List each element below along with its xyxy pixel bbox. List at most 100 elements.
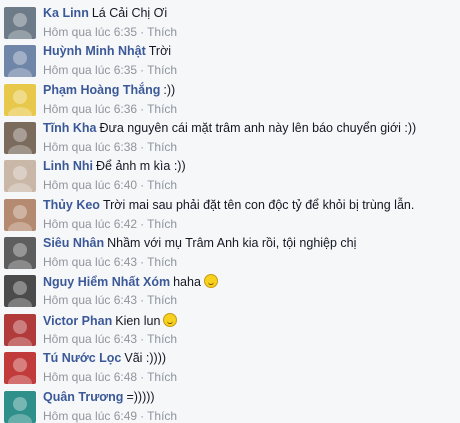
- separator-dot: ·: [140, 409, 145, 423]
- separator-dot: ·: [140, 332, 145, 346]
- comment-timestamp[interactable]: Hôm qua lúc 6:49: [43, 409, 137, 423]
- avatar[interactable]: [4, 391, 36, 423]
- comment-item: Thủy Keo Trời mai sau phải đặt tên con độ…: [0, 192, 460, 231]
- comment-item: Phạm Hoàng Thắng:)) Hôm qua lúc 6:36 · Thíc…: [0, 77, 460, 116]
- separator-dot: ·: [140, 178, 145, 192]
- comment-text: Lá Cải Chị Ơi: [91, 6, 168, 20]
- comment-meta: Hôm qua lúc 6:42 · Thích: [43, 217, 177, 231]
- separator-dot: ·: [140, 140, 145, 154]
- comment-body: Victor Phan Kien lun: [43, 313, 178, 329]
- comment-author-link[interactable]: Huỳnh Minh Nhật: [43, 44, 146, 58]
- comment-item: Huỳnh Minh Nhật Trời Hôm qua lúc 6:35 · Thíc…: [0, 38, 460, 77]
- comment-item: Ka Linn Lá Cải Chị Ơi Hôm qua lúc 6:35 · Thí…: [0, 0, 460, 39]
- grin-emoticon-icon: [163, 313, 178, 327]
- comment-body: Huỳnh Minh Nhật Trời: [43, 44, 171, 59]
- separator-dot: ·: [140, 370, 145, 384]
- comment-body: Thủy Keo Trời mai sau phải đặt tên con độ…: [43, 198, 414, 213]
- comment-meta: Hôm qua lúc 6:38 · Thích: [43, 140, 177, 154]
- comment-meta: Hôm qua lúc 6:40 · Thích: [43, 178, 177, 192]
- like-link[interactable]: Thích: [147, 178, 177, 192]
- like-link[interactable]: Thích: [147, 255, 177, 269]
- comment-author-link[interactable]: Victor Phan: [43, 314, 112, 328]
- comment-item: Siêu Nhân Nhầm với mụ Trâm Anh kia rồi, t…: [0, 230, 460, 269]
- comment-author-link[interactable]: Nguy Hiểm Nhất Xóm: [43, 275, 170, 289]
- comment-timestamp[interactable]: Hôm qua lúc 6:40: [43, 178, 137, 192]
- avatar[interactable]: [4, 45, 36, 77]
- comment-body: Linh Nhi Để ảnh m kìa :)): [43, 159, 186, 174]
- comment-meta: Hôm qua lúc 6:35 · Thích: [43, 25, 177, 39]
- avatar[interactable]: [4, 7, 36, 39]
- avatar[interactable]: [4, 199, 36, 231]
- comment-author-link[interactable]: Tú Nước Lọc: [43, 351, 121, 365]
- like-link[interactable]: Thích: [147, 370, 177, 384]
- comment-item: Tú Nước Lọc Vãi :)))) Hôm qua lúc 6:48 · Thí…: [0, 345, 460, 384]
- comment-author-link[interactable]: Linh Nhi: [43, 159, 93, 173]
- comment-timestamp[interactable]: Hôm qua lúc 6:36: [43, 102, 137, 116]
- comment-item: Quân Trương =))))) Hôm qua lúc 6:49 · Thích: [0, 384, 460, 423]
- comment-body: Nguy Hiểm Nhất Xóm haha: [43, 274, 218, 290]
- like-link[interactable]: Thích: [147, 140, 177, 154]
- comment-meta: Hôm qua lúc 6:43 · Thích: [43, 293, 177, 307]
- comment-body: Ka Linn Lá Cải Chị Ơi: [43, 6, 167, 21]
- comment-timestamp[interactable]: Hôm qua lúc 6:42: [43, 217, 137, 231]
- comment-author-link[interactable]: Thủy Keo: [43, 198, 100, 212]
- comment-timestamp[interactable]: Hôm qua lúc 6:43: [43, 255, 137, 269]
- avatar[interactable]: [4, 275, 36, 307]
- avatar[interactable]: [4, 160, 36, 192]
- avatar[interactable]: [4, 352, 36, 384]
- separator-dot: ·: [140, 102, 145, 116]
- comment-meta: Hôm qua lúc 6:43 · Thích: [43, 255, 177, 269]
- comment-author-link[interactable]: Ka Linn: [43, 6, 89, 20]
- comment-body: Phạm Hoàng Thắng:)): [43, 83, 175, 98]
- comment-text: :)): [163, 83, 176, 97]
- comment-author-link[interactable]: Tĩnh Kha: [43, 121, 96, 135]
- like-link[interactable]: Thích: [147, 409, 177, 423]
- comment-item: Victor Phan Kien lun Hôm qua lúc 6:43 · Thíc…: [0, 307, 460, 346]
- comment-text: =))))): [126, 390, 155, 404]
- grin-emoticon-icon: [203, 274, 218, 288]
- comment-timestamp[interactable]: Hôm qua lúc 6:43: [43, 293, 137, 307]
- comment-meta: Hôm qua lúc 6:43 · Thích: [43, 332, 177, 346]
- comment-text: Kien lun: [115, 314, 161, 328]
- like-link[interactable]: Thích: [147, 217, 177, 231]
- comment-body: Tú Nước Lọc Vãi :)))): [43, 351, 166, 366]
- comment-author-link[interactable]: Phạm Hoàng Thắng: [43, 83, 160, 97]
- comment-text: Nhầm với mụ Trâm Anh kia rồi, tội nghiệp…: [107, 236, 357, 250]
- separator-dot: ·: [140, 293, 145, 307]
- like-link[interactable]: Thích: [147, 25, 177, 39]
- avatar[interactable]: [4, 237, 36, 269]
- comment-body: Tĩnh Kha Đưa nguyên cái mặt trâm anh này …: [43, 121, 416, 136]
- separator-dot: ·: [140, 217, 145, 231]
- comment-author-link[interactable]: Siêu Nhân: [43, 236, 104, 250]
- comment-author-link[interactable]: Quân Trương: [43, 390, 123, 404]
- avatar[interactable]: [4, 84, 36, 116]
- comment-meta: Hôm qua lúc 6:49 · Thích: [43, 409, 177, 423]
- comment-item: Linh Nhi Để ảnh m kìa :)) Hôm qua lúc 6:40…: [0, 153, 460, 192]
- comment-item: Tĩnh Kha Đưa nguyên cái mặt trâm anh này …: [0, 115, 460, 154]
- comment-timestamp[interactable]: Hôm qua lúc 6:35: [43, 25, 137, 39]
- comment-text: Để ảnh m kìa :)): [96, 159, 186, 173]
- avatar[interactable]: [4, 314, 36, 346]
- comment-meta: Hôm qua lúc 6:48 · Thích: [43, 370, 177, 384]
- like-link[interactable]: Thích: [147, 102, 177, 116]
- comment-meta: Hôm qua lúc 6:35 · Thích: [43, 63, 177, 77]
- comment-text: Trời mai sau phải đặt tên con độc tỷ để …: [102, 198, 415, 212]
- avatar[interactable]: [4, 122, 36, 154]
- like-link[interactable]: Thích: [147, 332, 177, 346]
- comment-text: Trời: [148, 44, 172, 58]
- comment-timestamp[interactable]: Hôm qua lúc 6:38: [43, 140, 137, 154]
- separator-dot: ·: [140, 63, 145, 77]
- comment-thread: Ka Linn Lá Cải Chị Ơi Hôm qua lúc 6:35 · Thí…: [0, 0, 460, 423]
- separator-dot: ·: [140, 25, 145, 39]
- comment-text: haha: [173, 275, 201, 289]
- comment-item: Nguy Hiểm Nhất Xóm haha Hôm qua lúc 6:43 · T…: [0, 268, 460, 307]
- comment-text: Đưa nguyên cái mặt trâm anh này lên báo …: [99, 121, 417, 135]
- comment-timestamp[interactable]: Hôm qua lúc 6:48: [43, 370, 137, 384]
- comment-meta: Hôm qua lúc 6:36 · Thích: [43, 102, 177, 116]
- comment-text: Vãi :)))): [124, 351, 167, 365]
- like-link[interactable]: Thích: [147, 63, 177, 77]
- like-link[interactable]: Thích: [147, 293, 177, 307]
- comment-timestamp[interactable]: Hôm qua lúc 6:35: [43, 63, 137, 77]
- comment-timestamp[interactable]: Hôm qua lúc 6:43: [43, 332, 137, 346]
- separator-dot: ·: [140, 255, 145, 269]
